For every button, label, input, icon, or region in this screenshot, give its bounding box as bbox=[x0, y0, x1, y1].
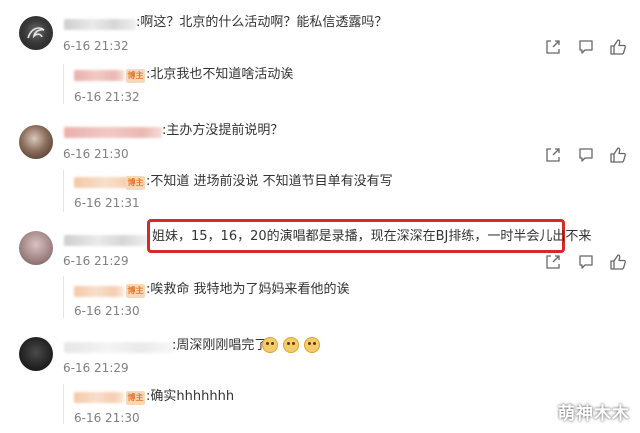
comment-text: :主办方没提前说明？ bbox=[162, 123, 284, 138]
comment-time: 6-16 21:29 bbox=[63, 254, 129, 268]
reply-time: 6-16 21:30 bbox=[74, 411, 140, 425]
avatar-image bbox=[27, 27, 45, 39]
reply-divider bbox=[63, 64, 64, 104]
username-blurred[interactable] bbox=[64, 235, 148, 246]
reply-divider bbox=[63, 276, 64, 318]
avatar[interactable] bbox=[19, 231, 53, 265]
comment-icon[interactable] bbox=[577, 146, 595, 164]
comment-icon[interactable] bbox=[577, 253, 595, 271]
username-blurred[interactable] bbox=[64, 342, 174, 353]
comment-time: 6-16 21:29 bbox=[63, 361, 129, 375]
comment-time: 6-16 21:32 bbox=[63, 39, 129, 53]
comment-time: 6-16 21:30 bbox=[63, 147, 129, 161]
comment-icon[interactable] bbox=[577, 38, 595, 56]
share-icon[interactable] bbox=[544, 253, 562, 271]
reply-username-blurred[interactable] bbox=[74, 392, 124, 403]
reply-text: :不知道 进场前没说 不知道节目单有没有写 bbox=[146, 174, 393, 189]
reply-text: :确实hhhhhhh bbox=[146, 389, 235, 404]
like-icon[interactable] bbox=[609, 146, 627, 164]
reply-username-blurred[interactable] bbox=[74, 286, 124, 297]
avatar[interactable] bbox=[19, 337, 53, 371]
like-icon[interactable] bbox=[609, 253, 627, 271]
comment-text: :周深刚刚唱完了 bbox=[172, 338, 268, 353]
reply-username-blurred[interactable] bbox=[74, 70, 124, 81]
comment-text: 姐妹，15，16，20的演唱都是录播，现在深深在BJ排练，一时半会儿出不来 bbox=[152, 229, 592, 244]
username-blurred[interactable] bbox=[64, 127, 162, 138]
share-icon[interactable] bbox=[544, 38, 562, 56]
avatar[interactable] bbox=[19, 125, 53, 159]
author-badge: 博主 bbox=[126, 176, 145, 190]
reply-divider bbox=[63, 384, 64, 424]
emoji-icon bbox=[262, 337, 278, 353]
reply-time: 6-16 21:32 bbox=[74, 90, 140, 104]
author-badge: 博主 bbox=[126, 69, 145, 83]
reply-divider bbox=[63, 170, 64, 212]
avatar[interactable] bbox=[19, 16, 53, 50]
watermark: 萌神木木 bbox=[558, 404, 630, 424]
emoji-icon bbox=[283, 337, 299, 353]
reply-time: 6-16 21:30 bbox=[74, 304, 140, 318]
emoji-icon bbox=[304, 337, 320, 353]
share-icon[interactable] bbox=[544, 146, 562, 164]
author-badge: 博主 bbox=[126, 391, 145, 405]
reply-text: :唉救命 我特地为了妈妈来看他的诶 bbox=[146, 282, 350, 297]
author-badge: 博主 bbox=[126, 284, 145, 298]
comment-text: :啊这？北京的什么活动啊？能私信透露吗？ bbox=[136, 15, 388, 30]
like-icon[interactable] bbox=[609, 38, 627, 56]
reply-text: :北京我也不知道啥活动诶 bbox=[146, 67, 294, 82]
reply-time: 6-16 21:31 bbox=[74, 196, 140, 210]
username-blurred[interactable] bbox=[64, 19, 136, 30]
